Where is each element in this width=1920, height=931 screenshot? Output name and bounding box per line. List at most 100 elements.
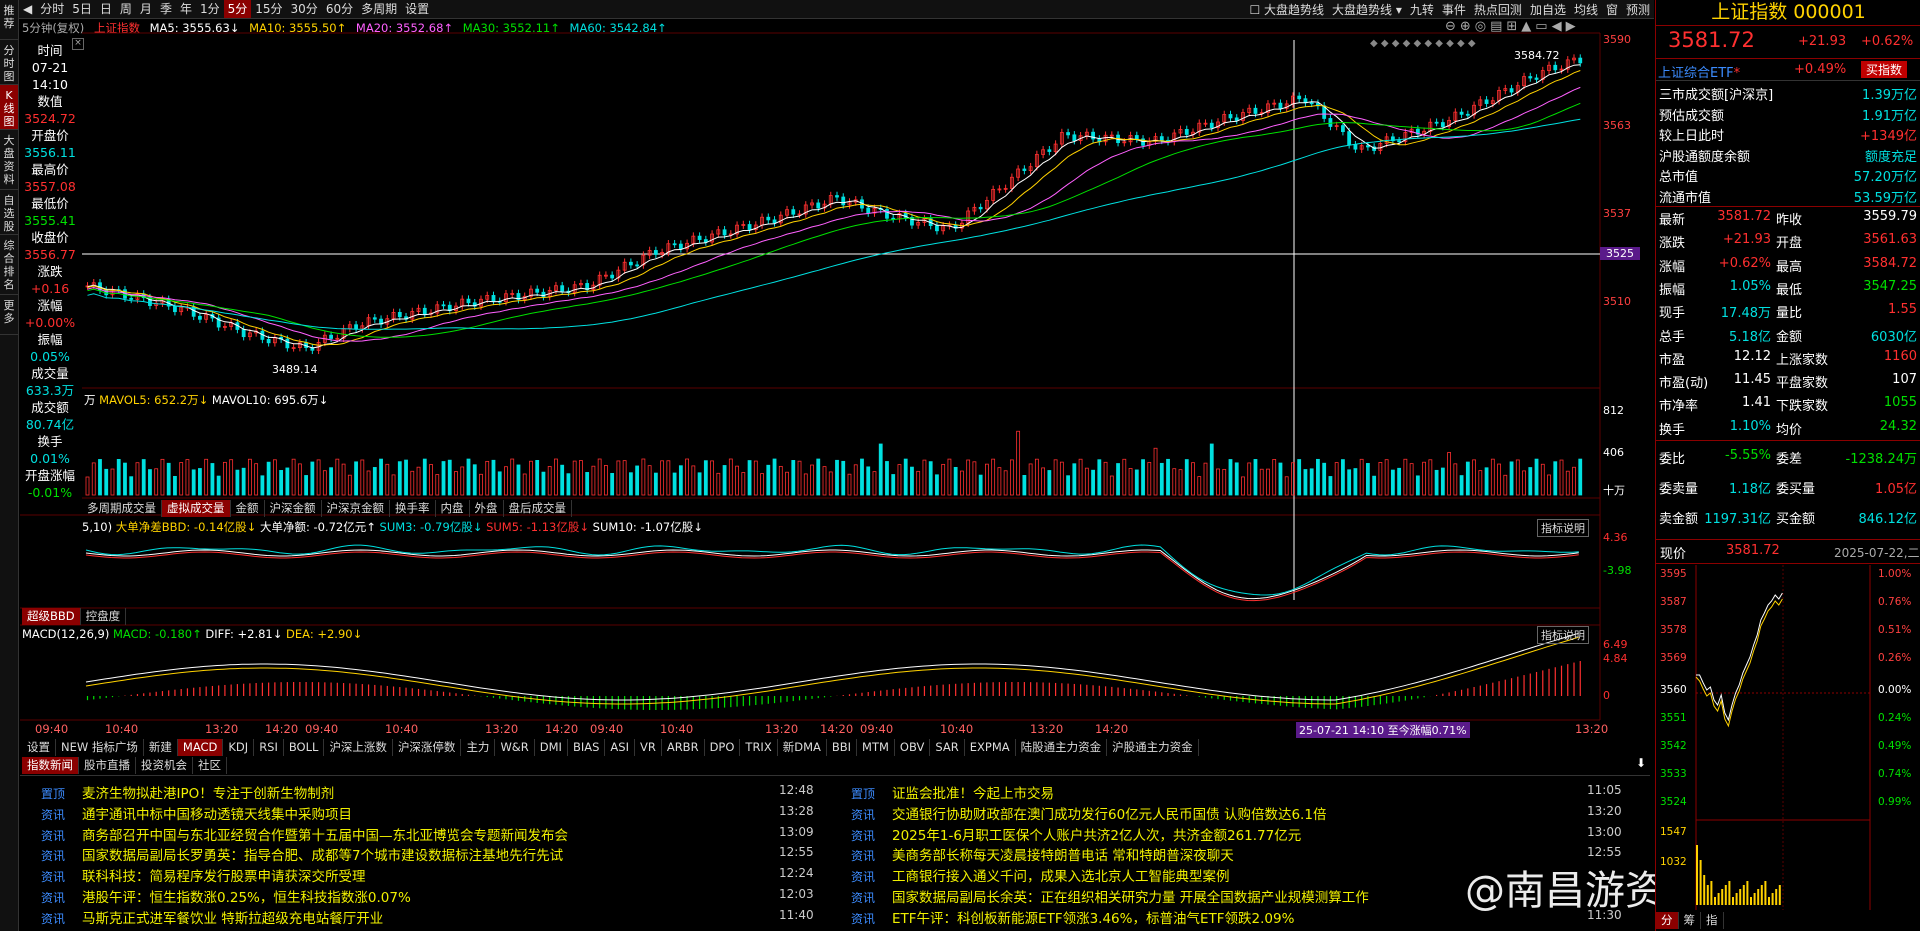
vol-tab-inner[interactable]: 内盘 (436, 500, 470, 517)
rp-quote-label: 下跌家数 (1776, 399, 1829, 415)
volume-bar (628, 472, 633, 496)
bbd-tab-super[interactable]: 超级BBD (22, 608, 81, 625)
indicator-tab[interactable]: 新建 (144, 739, 178, 756)
indicator-tab[interactable]: MACD (177, 739, 224, 756)
news-item[interactable]: 资讯 美商务部长称每天凌晨接特朗普电话 常和特朗普深夜聊天 (834, 844, 1234, 864)
indicator-tab[interactable]: 沪股通主力资金 (1107, 739, 1199, 756)
news-tab-index[interactable]: 指数新闻 (22, 757, 79, 774)
bbd-tab-control[interactable]: 控盘度 (81, 608, 127, 625)
volume-bar (585, 472, 590, 496)
rp-quote-value: 1.10% (1729, 418, 1771, 434)
candle-body (672, 243, 677, 246)
indicator-tab[interactable]: TRIX (740, 739, 778, 756)
rp-quote-value: 1.55 (1888, 302, 1917, 318)
vol-tab-amount[interactable]: 金额 (231, 500, 265, 517)
indicator-tab[interactable]: W&R (495, 739, 535, 756)
candle-body (885, 209, 889, 219)
news-item[interactable]: 资讯 国家数据局副局长余英：正在组织相关研究力量 开展全国数据产业规模测算工作 (834, 886, 1369, 906)
indicator-tab[interactable]: DPO (705, 739, 741, 756)
vol-tab-afterhours[interactable]: 盘后成交量 (504, 500, 572, 517)
macd-help-button[interactable]: 指标说明 (1537, 626, 1589, 644)
mini-axis-left-label: 3578 (1660, 624, 1687, 636)
volume-bar (229, 459, 234, 496)
news-time: 12:03 (779, 887, 814, 901)
volume-bar (572, 460, 577, 496)
news-item[interactable]: 置顶 证监会批准！今起上市交易 (834, 782, 1054, 802)
news-tab-opportunity[interactable]: 投资机会 (136, 757, 193, 774)
indicator-tab[interactable]: 设置 (22, 739, 56, 756)
news-item[interactable]: 资讯 国家数据局副局长罗勇英：指导合肥、成都等7个城市建设数据标注基地先行先试 (24, 844, 563, 864)
candle-body (1578, 57, 1583, 64)
volume-bar (947, 458, 952, 496)
rp-tab-chip[interactable]: 筹 (1679, 912, 1701, 929)
rp-etf-name[interactable]: 上证综合ETF* (1658, 62, 1740, 81)
indicator-tab[interactable]: DMI (535, 739, 568, 756)
news-item[interactable]: 资讯 商务部召开中国与东北亚经贸合作暨第十五届中国—东北亚博览会专题新闻发布会 (24, 824, 568, 844)
indicator-tab[interactable]: 沪深上涨数 (324, 739, 393, 756)
indicator-tab[interactable]: EXPMA (965, 739, 1016, 756)
volume-bar (123, 462, 127, 496)
bbd-axis-bottom: -3.98 (1603, 564, 1632, 577)
indicator-tab[interactable]: KDJ (223, 739, 255, 756)
indicator-tab[interactable]: NEW 指标广场 (56, 739, 144, 756)
volume-bar (372, 467, 377, 496)
news-item[interactable]: 资讯 交通银行协助财政部在澳门成功发行60亿元人民币国债 认购倍数达6.1倍 (834, 803, 1326, 823)
indicator-tab[interactable]: ARBR (662, 739, 705, 756)
volume-tabs: 多周期成交量 虚拟成交量 金额 沪深金额 沪深京金额 换手率 内盘 外盘 盘后成… (82, 500, 572, 517)
news-tab-community[interactable]: 社区 (193, 757, 227, 774)
news-tab-live[interactable]: 股市直播 (79, 757, 136, 774)
indicator-tab[interactable]: OBV (895, 739, 931, 756)
vol-tab-virtual[interactable]: 虚拟成交量 (162, 500, 231, 517)
volume-bar (1528, 467, 1533, 496)
news-item[interactable]: 资讯 工商银行接入通义千问，成果入选北京人工智能典型案例 (834, 865, 1230, 885)
news-time: 13:09 (779, 824, 814, 839)
indicator-tab[interactable]: BOLL (284, 739, 325, 756)
vol-tab-hsj-amount[interactable]: 沪深京金额 (322, 500, 390, 517)
indicator-tab[interactable]: 新DMA (778, 739, 827, 756)
news-item[interactable]: 资讯 马斯克正式进军餐饮业 特斯拉超级充电站餐厅开业 (24, 907, 383, 927)
volume-bar (1022, 475, 1027, 496)
indicator-tab[interactable]: MTM (857, 739, 895, 756)
indicator-tab[interactable]: 主力 (461, 739, 496, 756)
vol-tab-hs-amount[interactable]: 沪深金额 (265, 500, 322, 517)
vol-tab-turnover[interactable]: 换手率 (390, 500, 436, 517)
news-item[interactable]: 资讯 ETF午评：科创板新能源ETF领涨3.46%，标普油气ETF领跌2.09% (834, 907, 1294, 927)
vol-tab-outer[interactable]: 外盘 (470, 500, 504, 517)
volume-bar (185, 459, 190, 496)
news-item[interactable]: 资讯 通宇通讯中标中国移动透镜天线集中采购项目 (24, 803, 352, 823)
indicator-tab[interactable]: SAR (930, 739, 965, 756)
volume-bar (653, 472, 658, 496)
indicator-tab[interactable]: 沪深涨停数 (393, 739, 462, 756)
volume-bar (666, 460, 671, 496)
volume-bar (953, 466, 958, 496)
buy-index-button[interactable]: 买指数 (1861, 61, 1908, 78)
news-title: 商务部召开中国与东北亚经贸合作暨第十五届中国—东北亚博览会专题新闻发布会 (82, 827, 568, 844)
download-icon[interactable]: ⬇ (1636, 756, 1646, 770)
volume-bar (722, 465, 727, 496)
indicator-tab[interactable]: BBI (827, 739, 858, 756)
indicator-tab[interactable]: VR (635, 739, 662, 756)
candle-body (1209, 122, 1214, 129)
news-item[interactable]: 资讯 联科科技：简易程序发行股票申请获深交所受理 (24, 865, 366, 885)
news-item[interactable]: 资讯 2025年1-6月职工医保个人账户共济2亿人次，共济金额261.77亿元 (834, 824, 1301, 844)
bbd-help-button[interactable]: 指标说明 (1537, 519, 1589, 537)
candle-body (1365, 145, 1370, 148)
volume-bar (129, 476, 134, 496)
bbd-axis-top: 4.36 (1603, 531, 1628, 544)
vol-tab-multi[interactable]: 多周期成交量 (82, 500, 162, 517)
time-axis-tick: 09:40 (590, 722, 624, 736)
indicator-tab[interactable]: BIAS (568, 739, 606, 756)
indicator-tab[interactable]: RSI (254, 739, 284, 756)
volume-bar (816, 458, 821, 496)
price-axis-3590: 3590 (1603, 33, 1631, 46)
candle-body (1253, 107, 1258, 114)
news-item[interactable]: 置顶 麦济生物拟赴港IPO！专注于创新生物制剂 (24, 782, 334, 802)
macd-axis-zero: 0 (1603, 689, 1610, 702)
rp-tab-minute[interactable]: 分 (1656, 912, 1679, 929)
indicator-tab[interactable]: ASI (605, 739, 635, 756)
rp-tab-index[interactable]: 指 (1701, 912, 1724, 929)
volume-bar (1322, 462, 1327, 496)
news-item[interactable]: 资讯 港股午评：恒生指数涨0.25%，恒生科技指数涨0.07% (24, 886, 411, 906)
indicator-tab[interactable]: 陆股通主力资金 (1016, 739, 1108, 756)
rp-quote-value: 5.18亿 (1729, 329, 1771, 345)
